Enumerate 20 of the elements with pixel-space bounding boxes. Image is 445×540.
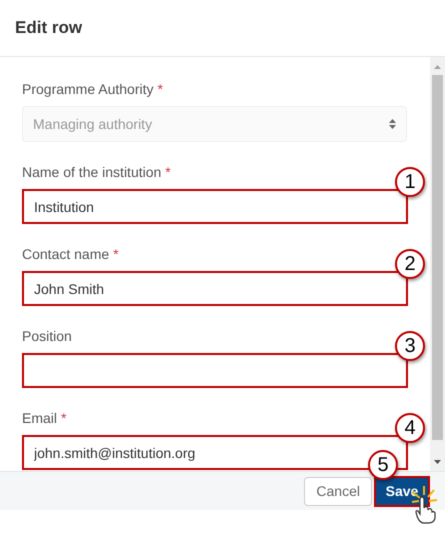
save-button[interactable]: Save (374, 476, 430, 506)
text-field[interactable]: Institution (22, 189, 408, 224)
step-number: 4 (395, 413, 425, 443)
required-asterisk: * (113, 245, 119, 264)
field-label: Contact name (22, 245, 110, 264)
field-label: Programme Authority (22, 80, 154, 99)
field-label: Position (22, 327, 72, 346)
text-field[interactable] (22, 353, 408, 388)
dialog-title: Edit row (15, 17, 82, 40)
field-label: Name of the institution (22, 163, 162, 182)
required-asterisk: * (158, 80, 163, 99)
field-label: Email (22, 409, 58, 428)
step-number: 1 (395, 167, 425, 197)
text-field[interactable]: John Smith (22, 271, 408, 306)
sort-caret-icon (389, 119, 396, 129)
required-asterisk: * (61, 409, 66, 428)
cancel-button[interactable]: Cancel (304, 476, 372, 506)
step-number: 3 (395, 331, 425, 361)
required-asterisk: * (165, 163, 171, 182)
step-number: 2 (395, 249, 425, 279)
